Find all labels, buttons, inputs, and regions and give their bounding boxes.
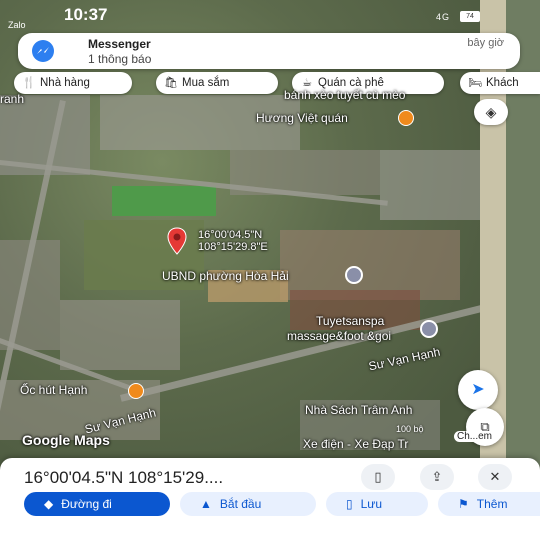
my-location-button[interactable]: ➤ (458, 370, 498, 410)
map-label-ubnd[interactable]: UBND phường Hòa Hải (162, 269, 289, 283)
navigation-icon: ▲ (200, 497, 212, 511)
notification-app: Messenger (88, 37, 151, 51)
map-label-spa-2[interactable]: massage&foot &goi (287, 329, 391, 343)
map-label-huong-viet[interactable]: Hương Việt quán (256, 111, 348, 125)
save-icon-button[interactable]: ▯ (361, 464, 395, 490)
layers-icon: ◈ (485, 104, 497, 120)
google-maps-logo: Google Maps (22, 432, 110, 448)
notification-time: bây giờ (467, 37, 504, 49)
share-button[interactable]: ⇪ (420, 464, 454, 490)
map-label-banh-xeo[interactable]: bánh xèo tuyết cù mèo (284, 88, 405, 102)
green-field (112, 186, 216, 216)
chip-label: Nhà hàng (40, 77, 90, 89)
network-indicator: 4G (435, 12, 450, 22)
start-button[interactable]: ▲ Bắt đầu (180, 492, 316, 516)
restaurant-icon: 🍴 (22, 77, 36, 89)
restaurant-pin-icon[interactable] (398, 110, 414, 126)
chip-label: Mua sắm (182, 77, 230, 89)
directions-label: Đường đi (61, 497, 112, 511)
chip-shopping[interactable]: 🛍 Mua sắm (156, 72, 278, 94)
flag-icon: ⚑ (458, 497, 469, 511)
place-bottom-sheet[interactable]: 16°00'04.5"N 108°15'29.... ▯ ⇪ ✕ ◆ Đường … (0, 458, 540, 540)
place-coordinates-title: 16°00'04.5"N 108°15'29.... (24, 468, 224, 487)
chip-hotel[interactable]: 🛏 Khách (460, 72, 540, 94)
pin-lng: 108°15'29.8"E (198, 241, 268, 253)
building-cluster (60, 300, 180, 370)
street-view-label: Ch...em (454, 431, 496, 442)
chip-restaurants[interactable]: 🍴 Nhà hàng (14, 72, 132, 94)
status-bar: Zalo 10:37 4G 74 (0, 0, 540, 30)
more-button[interactable]: ⚑ Thêm (438, 492, 540, 516)
directions-icon: ◆ (44, 497, 54, 511)
pin-lat: 16°00'04.5"N (198, 229, 263, 241)
messenger-icon (32, 40, 54, 62)
notification-card[interactable]: Messenger 1 thông báo bây giờ (18, 33, 520, 69)
close-icon: ✕ (489, 469, 501, 484)
save-label: Lưu (360, 497, 382, 511)
navigation-arrow-icon: ➤ (471, 381, 485, 398)
notification-body: 1 thông báo (88, 52, 152, 66)
bookmark-icon: ▯ (346, 497, 353, 511)
share-icon: ⇪ (431, 469, 443, 484)
close-button[interactable]: ✕ (478, 464, 512, 490)
start-label: Bắt đầu (219, 497, 262, 511)
government-pin-icon[interactable] (345, 266, 363, 284)
map-label-nha-sach[interactable]: Nhà Sách Trâm Anh (305, 403, 412, 417)
directions-button[interactable]: ◆ Đường đi (24, 492, 170, 516)
scale-bar: 100 bộ (396, 424, 424, 434)
pin-coordinates-label: 16°00'04.5"N 108°15'29.8"E (198, 229, 268, 253)
shopping-icon: 🛍 (164, 77, 178, 89)
restaurant-pin-icon[interactable] (128, 383, 144, 399)
status-app-name: Zalo (8, 20, 26, 30)
map-label-oc-hut[interactable]: Ốc hút Hạnh (20, 383, 87, 397)
save-button[interactable]: ▯ Lưu (326, 492, 428, 516)
battery-indicator: 74 (460, 11, 480, 22)
map-label-xe-dien[interactable]: Xe điện - Xe Đạp Tr (303, 437, 408, 451)
dropped-pin-icon[interactable] (166, 227, 188, 255)
status-time: 10:37 (64, 5, 108, 24)
layers-button[interactable]: ◈ (474, 99, 508, 125)
map-label-transit: ranh (0, 92, 25, 106)
map-label-spa[interactable]: Tuyetsanspa (316, 314, 384, 328)
bookmark-icon: ▯ (374, 469, 382, 484)
hotel-icon: 🛏 (468, 77, 482, 89)
spa-pin-icon[interactable] (420, 320, 438, 338)
more-label: Thêm (476, 497, 508, 511)
building-cluster (380, 150, 480, 220)
chip-label: Khách (486, 77, 519, 89)
